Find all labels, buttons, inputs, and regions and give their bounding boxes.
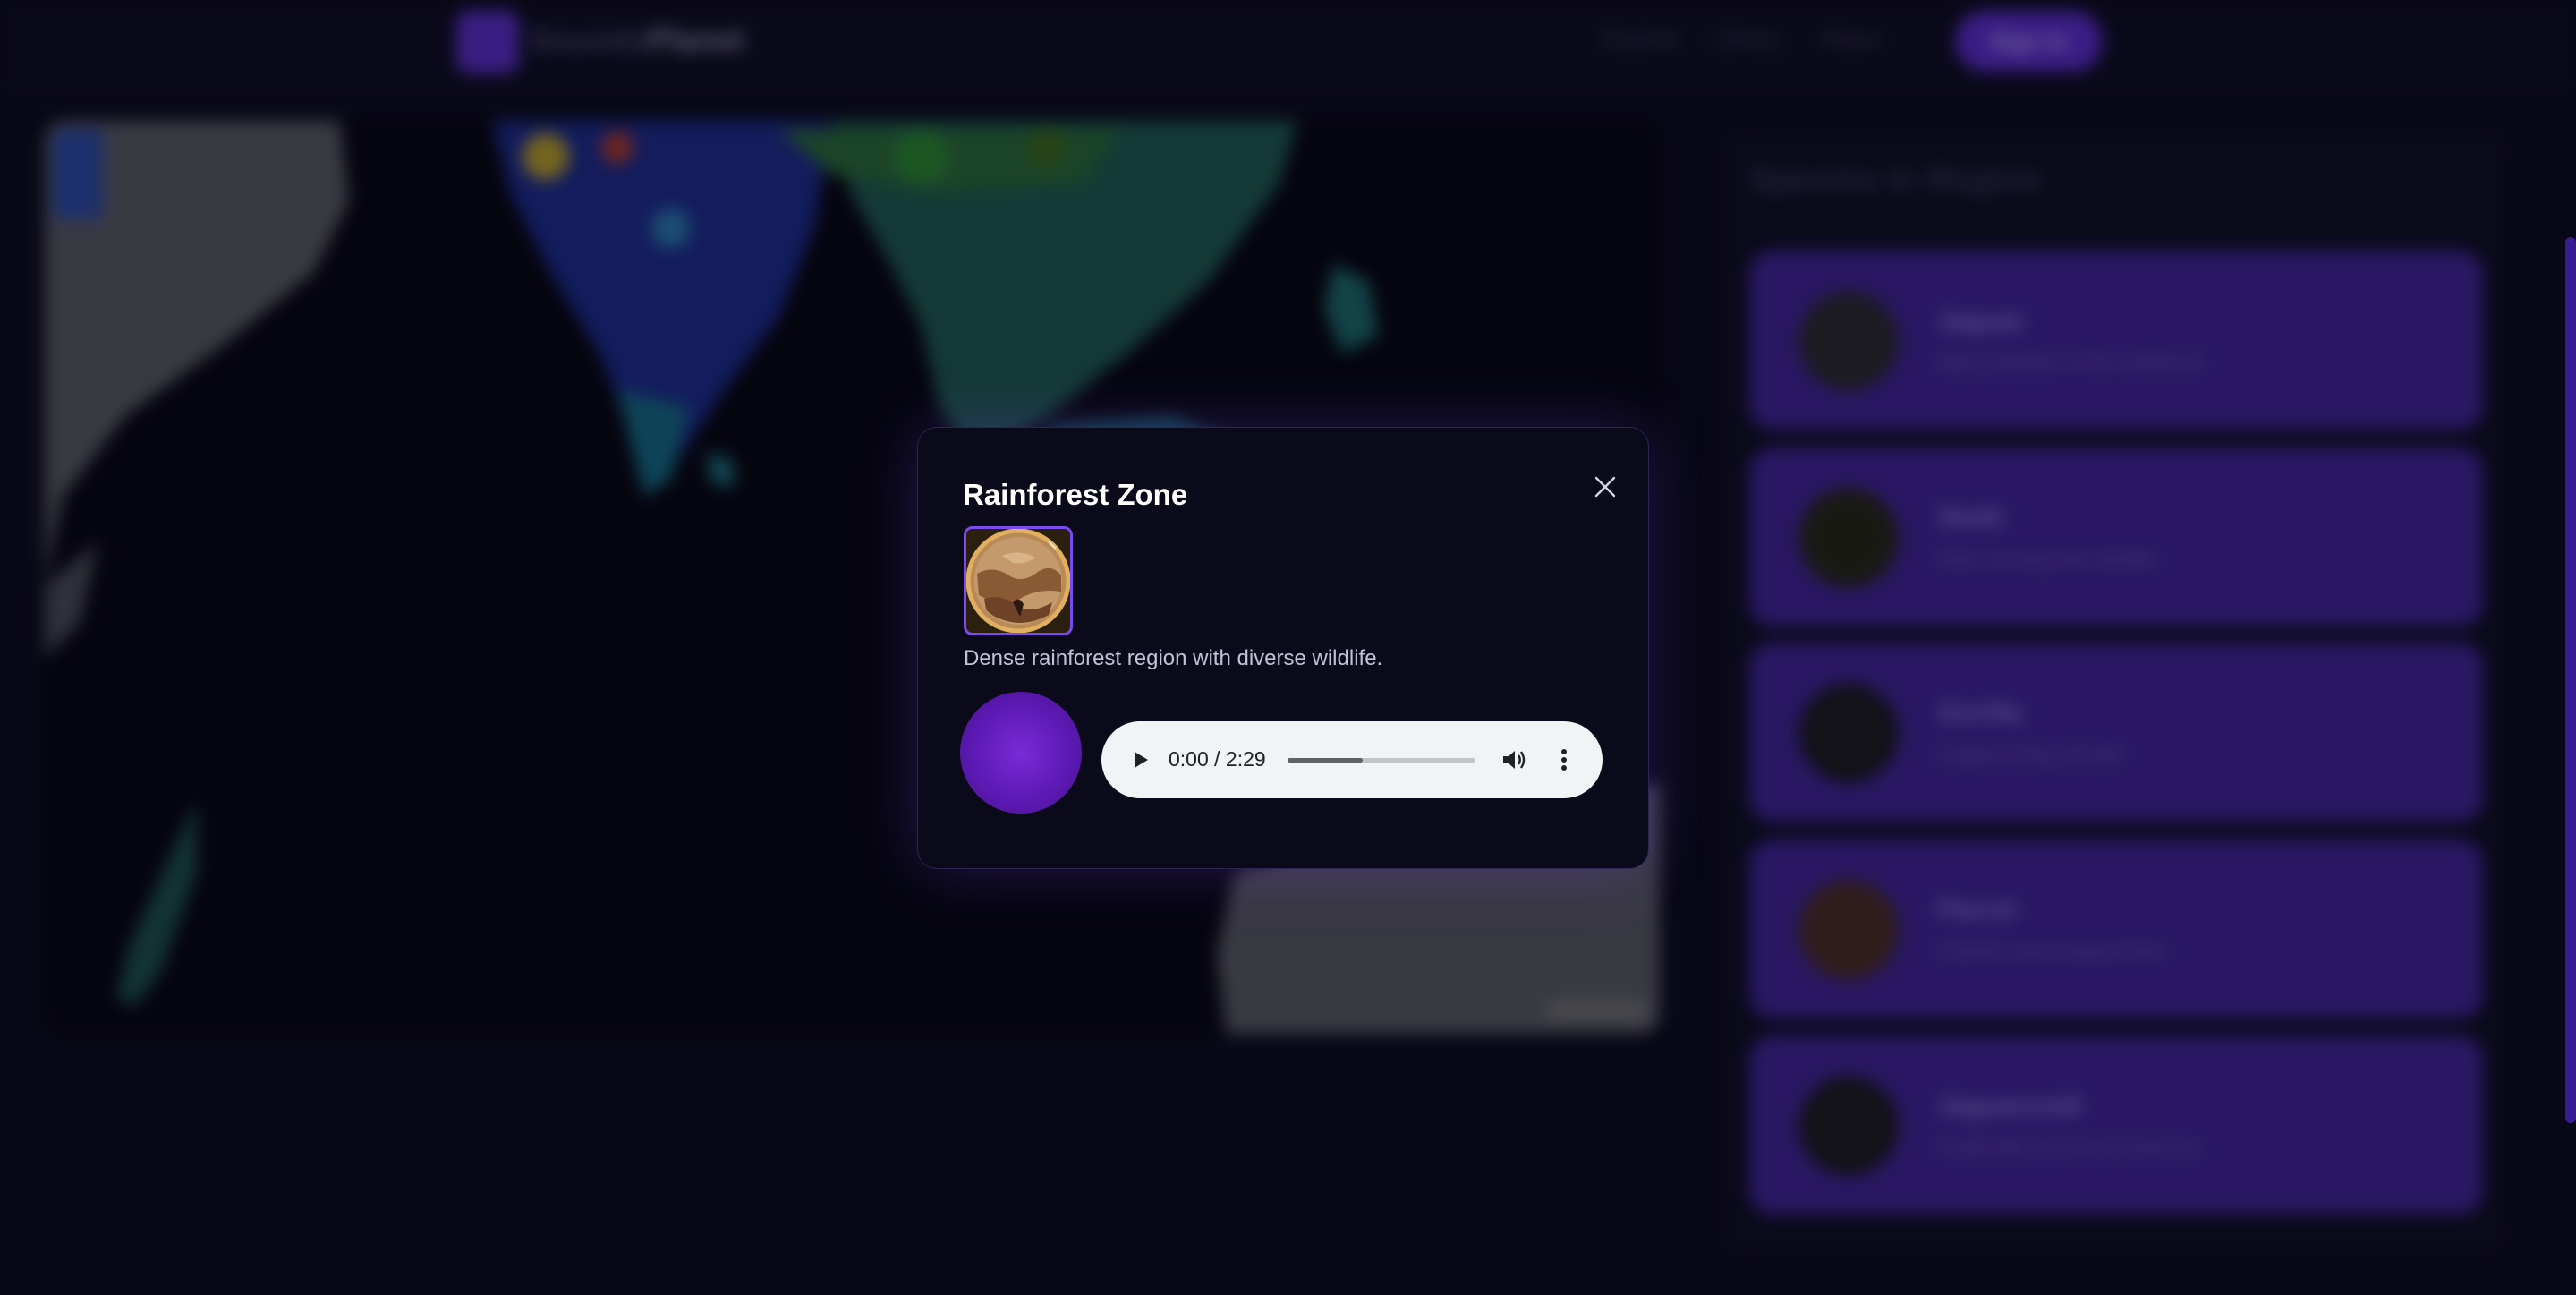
time-display: 0:00 / 2:29 xyxy=(1169,747,1266,771)
more-options-button[interactable] xyxy=(1545,741,1583,779)
modal-title: Rainforest Zone xyxy=(963,478,1188,511)
seek-bar-progress xyxy=(1288,758,1363,763)
play-icon xyxy=(1135,752,1148,768)
seek-bar[interactable] xyxy=(1288,758,1475,763)
more-vertical-icon xyxy=(1561,749,1567,771)
audio-player[interactable]: 0:00 / 2:29 xyxy=(1101,721,1603,798)
play-button[interactable] xyxy=(1123,742,1159,778)
zone-thumbnail[interactable] xyxy=(964,526,1073,635)
ambient-visualizer-orb xyxy=(960,692,1082,814)
close-button[interactable] xyxy=(1580,462,1630,512)
landscape-thumbnail xyxy=(966,529,1070,633)
zone-modal: Rainforest Zone Dense rainforest region … xyxy=(917,427,1649,869)
volume-button[interactable] xyxy=(1495,741,1533,779)
page: SoundsPlanet Explore Library About Sign … xyxy=(0,0,2576,1295)
close-icon xyxy=(1594,476,1616,498)
modal-description: Dense rainforest region with diverse wil… xyxy=(964,646,1383,670)
volume-icon xyxy=(1503,751,1526,769)
